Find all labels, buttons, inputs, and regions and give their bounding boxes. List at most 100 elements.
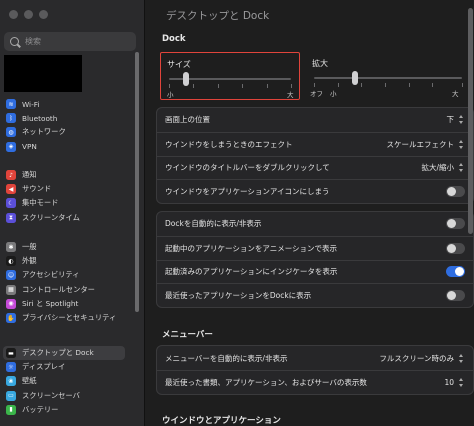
account-card[interactable] [4,55,82,92]
sidebar-item[interactable]: ◈ VPN [6,140,126,154]
toggle-switch[interactable] [446,290,465,302]
moon-icon: ☾ [6,198,16,209]
settings-row-label: 起動済みのアプリケーションにインジケータを表示 [165,267,338,277]
sidebar-item-label: VPN [22,142,37,152]
sidebar-item-label: アクセシビリティ [22,270,80,280]
vpn-icon: ◈ [6,141,16,152]
globe-icon: ◍ [6,127,16,138]
dock-options-panel: 画面上の位置 下ウインドウをしまうときのエフェクト スケールエフェクトウインドウのタ… [156,107,474,204]
magnify-min-label: 小 [330,90,337,98]
sidebar-item[interactable]: ⧗ スクリーンタイム [6,211,126,225]
accessibility-icon: ☺ [6,270,16,281]
popup-menu[interactable]: スケールエフェクト [387,139,466,150]
settings-row: ウインドウをしまうときのエフェクト スケールエフェクト [157,131,473,156]
popup-menu-value: 拡大/縮小 [421,163,454,173]
settings-row: 画面上の位置 下 [157,108,473,132]
popup-menu[interactable]: 10 [444,377,465,388]
sidebar-group-notifications: ♪ 通知 ◀ サウンド ☾ 集中モード ⧗ スクリーンタイム [6,168,126,225]
sidebar-scrollbar[interactable] [135,52,139,312]
sidebar-group-general: ✱ 一般 ◐ 外観 ☺ アクセシビリティ ▦ コントロールセンター ◉ Siri と Spotli… [6,240,126,325]
sidebar-item[interactable]: ▮ バッテリー [6,403,126,417]
wallpaper-icon: ❀ [6,376,16,387]
dock-icon: ▬ [6,348,16,359]
battery-icon: ▮ [6,404,16,415]
search-icon [10,37,19,46]
section-dock: Dock [162,34,186,44]
sidebar-item[interactable]: ≋ Wi-Fi [6,97,126,111]
hourglass-icon: ⧗ [6,212,16,223]
sidebar-item-label: Siri と Spotlight [22,298,79,308]
dock-toggles-panel: Dockを自動的に表示/非表示 起動中のアプリケーションをアニメーションで表示 起動… [156,211,474,308]
main-scrollbar[interactable] [468,8,473,234]
toggle-switch[interactable] [446,266,465,278]
toggle-switch[interactable] [446,242,465,254]
minimize-window-button[interactable] [24,10,33,19]
speaker-icon: ◀ [6,184,16,195]
magnify-slider-knob[interactable] [352,71,358,85]
hand-icon: ✋ [6,313,16,324]
main-content: デスクトップと Dock Dock サイズ 小 大 拡大 オフ 小 大 画面上の… [146,0,474,426]
magnify-label: 拡大 [312,59,328,68]
sidebar-item[interactable]: ✱ 一般 [6,240,126,254]
size-slider-box: サイズ 小 大 [160,52,300,100]
settings-row-label: 最近使ったアプリケーションをDockに表示 [165,291,312,301]
sidebar-item[interactable]: ◍ ネットワーク [6,125,126,139]
sidebar-item[interactable]: ◀ サウンド [6,182,126,196]
popup-menu-value: フルスクリーン時のみ [379,353,454,363]
size-max-label: 大 [287,91,294,99]
sidebar-item[interactable]: ◐ 外観 [6,254,126,268]
sidebar-group-network: ≋ Wi-Fi ᛒ Bluetooth ◍ ネットワーク ◈ VPN [6,97,126,154]
toggle-switch[interactable] [446,218,465,230]
sidebar-item[interactable]: ☾ 集中モード [6,196,126,210]
sidebar-item[interactable]: ᛒ Bluetooth [6,111,126,125]
settings-row-label: ウインドウのタイトルバーをダブルクリックして [165,163,330,173]
sidebar-item[interactable]: ☺ アクセシビリティ [6,268,126,282]
popup-menu[interactable]: 拡大/縮小 [421,162,465,173]
menubar-panel: メニューバーを自動的に表示/非表示 フルスクリーン時のみ 最近使った書類、アプリケー… [156,345,474,395]
bluetooth-icon: ᛒ [6,113,16,124]
settings-row-label: Dockを自動的に表示/非表示 [165,219,262,229]
sidebar-item-label: スクリーンセーバ [22,390,80,400]
sidebar-item-label: Bluetooth [22,113,58,123]
sidebar-item-label: 壁紙 [22,376,37,386]
gear-icon: ✱ [6,242,16,253]
settings-row: 最近使った書類、アプリケーション、およびサーバの表示数 10 [157,370,473,394]
sidebar-item-label: Wi-Fi [22,99,40,109]
settings-row: 起動済みのアプリケーションにインジケータを表示 [157,259,473,284]
popup-menu[interactable]: 下 [447,114,466,125]
search-placeholder: 検索 [25,37,41,46]
size-slider-knob[interactable] [183,72,189,86]
chevron-updown-icon [457,139,465,150]
sidebar-item[interactable]: ▬ デスクトップと Dock [3,346,125,361]
sidebar-item[interactable]: ♪ 通知 [6,168,126,182]
screensaver-icon: ▭ [6,390,16,401]
popup-menu-value: スケールエフェクト [386,139,455,149]
sidebar-item-label: プライバシーとセキュリティ [22,313,117,323]
magnify-slider-track[interactable] [314,77,462,79]
sidebar-item[interactable]: ❀ 壁紙 [6,374,126,388]
size-label: サイズ [167,60,191,69]
settings-row: ウインドウをアプリケーションアイコンにしまう [157,179,473,203]
settings-row: メニューバーを自動的に表示/非表示 フルスクリーン時のみ [157,346,473,370]
settings-row-label: 最近使った書類、アプリケーション、およびサーバの表示数 [165,378,367,387]
popup-menu[interactable]: フルスクリーン時のみ [379,353,465,364]
appearance-icon: ◐ [6,256,16,267]
sidebar-item[interactable]: ✋ プライバシーとセキュリティ [6,311,126,325]
sidebar-item[interactable]: ☼ ディスプレイ [6,360,126,374]
page-title: デスクトップと Dock [166,10,270,22]
display-icon: ☼ [6,362,16,373]
chevron-updown-icon [457,114,465,125]
sidebar-item-label: 外観 [22,256,37,266]
sidebar-item-label: スクリーンタイム [22,212,80,222]
sidebar-item[interactable]: ◉ Siri と Spotlight [6,297,126,311]
popup-menu-value: 下 [446,115,455,125]
settings-row-label: ウインドウをアプリケーションアイコンにしまう [165,187,330,197]
close-window-button[interactable] [9,10,18,19]
zoom-window-button[interactable] [39,10,48,19]
search-field[interactable]: 検索 [4,32,136,51]
sidebar-item[interactable]: ▦ コントロールセンター [6,283,126,297]
sidebar-item[interactable]: ▭ スクリーンセーバ [6,389,126,403]
sidebar-item-label: デスクトップと Dock [22,348,94,358]
toggle-switch[interactable] [446,186,465,198]
sidebar: 検索 ≋ Wi-Fi ᛒ Bluetooth ◍ ネットワーク ◈ VPN ♪ 通知 ◀ サウンド ☾… [0,0,145,426]
